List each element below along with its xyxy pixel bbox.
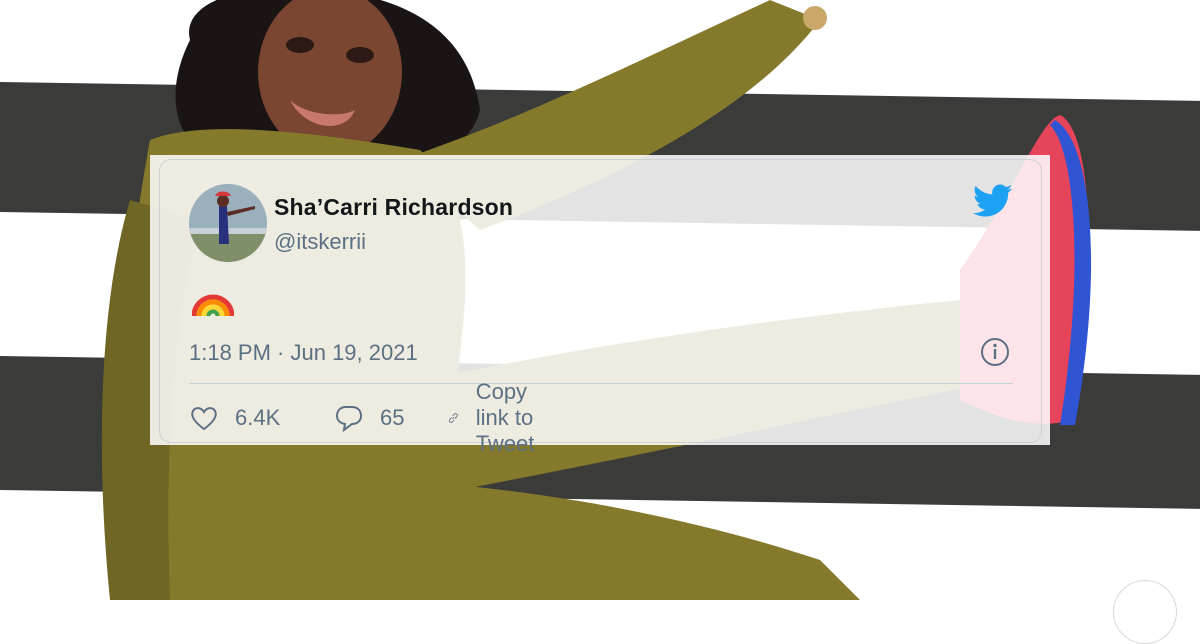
like-button[interactable]: 6.4K bbox=[189, 398, 280, 438]
reply-button[interactable]: 65 bbox=[334, 398, 404, 438]
heart-icon bbox=[191, 407, 217, 431]
tweet-card-border: Sha’Carri Richardson @itskerrii 1:18 PM … bbox=[159, 159, 1042, 456]
like-count: 6.4K bbox=[235, 405, 281, 430]
link-icon bbox=[448, 413, 458, 423]
avatar[interactable] bbox=[189, 184, 267, 262]
twitter-bird-icon[interactable] bbox=[973, 184, 1013, 218]
reply-count: 65 bbox=[380, 405, 405, 430]
rainbow-emoji bbox=[192, 294, 234, 317]
author-handle[interactable]: @itskerrii bbox=[274, 229, 366, 255]
copy-link-button[interactable]: Copy link to Tweet bbox=[447, 379, 552, 456]
tweet-timestamp[interactable]: 1:18 PM · Jun 19, 2021 bbox=[189, 340, 418, 366]
scroll-button[interactable] bbox=[1113, 580, 1177, 644]
speech-bubble-icon bbox=[335, 406, 363, 433]
copy-link-label: Copy link to Tweet bbox=[475, 379, 535, 456]
info-icon[interactable] bbox=[979, 336, 1011, 368]
divider bbox=[189, 383, 1013, 384]
author-name[interactable]: Sha’Carri Richardson bbox=[274, 194, 513, 221]
tweet-card[interactable]: Sha’Carri Richardson @itskerrii 1:18 PM … bbox=[150, 155, 1050, 456]
